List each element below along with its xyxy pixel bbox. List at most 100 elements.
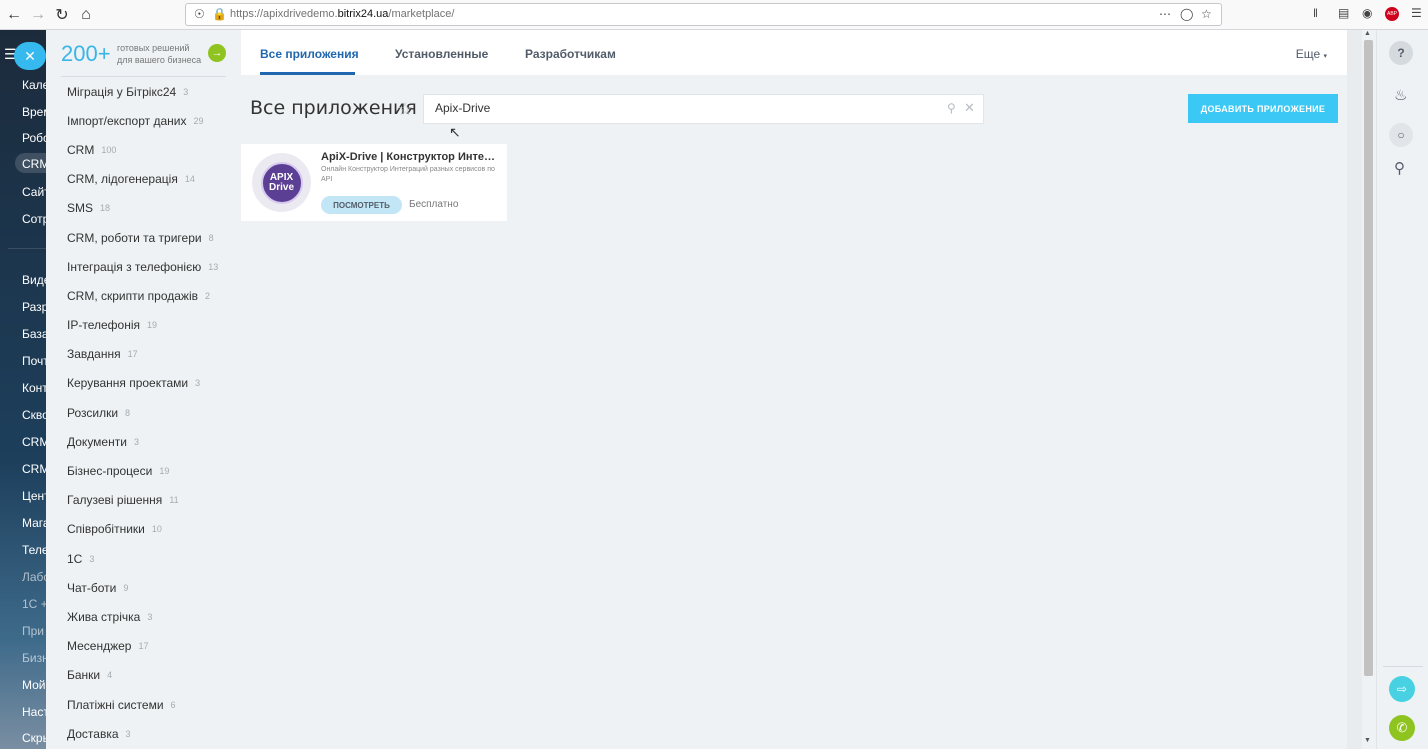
category-name: IP-телефонія [67,318,140,333]
category-item[interactable]: Завдання 17 [67,340,237,369]
category-name: CRM, роботи та тригери [67,230,202,245]
left-menu-item[interactable]: Наст [22,705,46,719]
help-icon[interactable]: ? [1389,41,1413,65]
category-item[interactable]: Чат-боти 9 [67,573,237,602]
tab-installed[interactable]: Установленные [395,47,488,61]
left-menu-item[interactable]: CRM [22,462,46,476]
phone-icon[interactable]: ✆ [1389,715,1415,741]
category-item[interactable]: Платіжні системи 6 [67,690,237,719]
left-menu-item[interactable]: Мага [22,516,46,530]
chat-icon[interactable]: ○ [1389,123,1413,147]
category-item[interactable]: Доставка 3 [67,719,237,748]
scroll-up-icon[interactable]: ▲ [1364,30,1371,37]
category-item[interactable]: Галузеві рішення 11 [67,486,237,515]
address-bar[interactable]: ☉ 🔒 https://apixdrivedemo.bitrix24.ua/ma… [185,3,1222,26]
left-menu-item[interactable]: Теле [22,543,46,557]
search-icon[interactable]: ⚲ [947,101,956,115]
sidebar-icon[interactable]: ▤ [1338,6,1349,20]
category-item[interactable]: Документи 3 [67,427,237,456]
left-menu-item[interactable]: Почт [22,354,46,368]
back-icon[interactable]: ← [2,3,26,27]
category-item[interactable]: SMS 18 [67,194,237,223]
account-icon[interactable]: ◉ [1362,6,1372,20]
left-menu-item[interactable]: Разр [22,300,46,314]
bookmark-star-icon[interactable]: ☆ [1201,7,1212,21]
search-input[interactable] [435,101,935,115]
search-icon[interactable]: ⚲ [1394,159,1405,177]
app-name[interactable]: ApiX-Drive | Конструктор Интеграций [321,151,499,163]
favorite-star-icon[interactable]: ☆ [397,99,413,120]
left-menu-item[interactable]: CRM [22,435,46,449]
left-menu-item[interactable]: 1С + [22,597,46,611]
category-item[interactable]: CRM, лідогенерація 14 [67,165,237,194]
library-icon[interactable]: ‖ [1313,6,1318,20]
adblock-icon[interactable]: ABP [1385,7,1399,21]
scroll-thumb[interactable] [1364,40,1373,676]
url-text[interactable]: https://apixdrivedemo.bitrix24.ua/market… [230,8,454,20]
search-box[interactable]: ⚲ ✕ [423,94,984,124]
reload-icon[interactable]: ↻ [50,3,74,27]
active-tab-underline [260,72,355,75]
left-menu-item[interactable]: Робо [22,131,46,145]
category-item[interactable]: Керування проектами 3 [67,369,237,398]
left-menu-item[interactable]: Мой [22,678,46,692]
category-item[interactable]: Розсилки 8 [67,398,237,427]
forward-icon[interactable]: → [26,3,50,27]
category-item[interactable]: CRM, роботи та тригери 8 [67,223,237,252]
category-item[interactable]: Імпорт/експорт даних 29 [67,106,237,135]
category-item[interactable]: Міграція у Бітрікс24 3 [67,77,237,106]
page-title: Все приложения [250,97,417,119]
left-menu-item[interactable]: CRM [22,157,46,171]
left-menu-item[interactable]: Сотр [22,212,46,226]
arrow-right-icon[interactable]: → [208,44,226,62]
shield-icon[interactable]: ☉ [194,7,205,21]
category-item[interactable]: 1С 3 [67,544,237,573]
category-item[interactable]: IP-телефонія 19 [67,311,237,340]
category-item[interactable]: Бізнес-процеси 19 [67,456,237,485]
category-item[interactable]: Месенджер 17 [67,632,237,661]
left-menu-item[interactable]: Скво [22,408,46,422]
category-count: 3 [89,553,95,564]
category-item[interactable]: CRM 100 [67,135,237,164]
more-dots-icon[interactable]: ⋯ [1159,7,1172,21]
category-count: 3 [133,436,139,447]
category-item[interactable]: Співробітники 10 [67,515,237,544]
pocket-icon[interactable]: ◯ [1180,7,1193,21]
promo-banner[interactable]: 200+ готовых решений для вашего бизнеса … [61,40,231,78]
home-icon[interactable]: ⌂ [74,3,98,27]
clear-icon[interactable]: ✕ [964,100,975,116]
app-logo: APIX Drive [252,153,311,212]
left-menu-item[interactable]: Сайт [22,185,46,199]
category-count: 8 [208,232,214,243]
category-item[interactable]: CRM, скрипти продажів 2 [67,281,237,310]
bell-icon[interactable]: ♨ [1394,86,1407,104]
category-item[interactable]: Банки 4 [67,661,237,690]
left-menu-item[interactable]: Цент [22,489,46,503]
transfer-icon[interactable]: ⇨ [1389,676,1415,702]
left-menu-item[interactable]: Лабо [22,570,46,584]
category-item[interactable]: Інтеграція з телефонією 13 [67,252,237,281]
left-menu-item[interactable]: Скры [22,731,46,745]
add-app-button[interactable]: ДОБАВИТЬ ПРИЛОЖЕНИЕ [1188,94,1338,123]
close-icon[interactable]: ✕ [14,42,46,70]
left-menu-item[interactable]: Виде [22,273,46,287]
left-menu-item[interactable]: Конт [22,381,46,395]
view-button[interactable]: ПОСМОТРЕТЬ [321,196,402,214]
left-menu-item[interactable]: Врем [22,105,46,119]
app-card[interactable]: APIX Drive ApiX-Drive | Конструктор Инте… [241,144,507,221]
category-name: Жива стрічка [67,609,141,624]
logo-line-1: APIX [269,171,294,183]
left-menu-item[interactable]: При [22,624,44,638]
left-menu-item[interactable]: Бизн [22,651,46,665]
left-menu-item[interactable]: База [22,327,46,341]
menu-icon[interactable]: ☰ [1411,6,1422,20]
tab-developers[interactable]: Разработчикам [525,47,616,61]
tab-all-apps[interactable]: Все приложения [260,47,359,61]
more-dropdown[interactable]: Еще ▾ [1296,47,1327,61]
scroll-down-icon[interactable]: ▼ [1364,737,1371,744]
promo-text: готовых решений для вашего бизнеса [117,42,217,66]
left-menu-item[interactable]: Кале [22,78,46,92]
lock-icon[interactable]: 🔒 [212,7,227,21]
category-item[interactable]: Жива стрічка 3 [67,602,237,631]
page-scrollbar[interactable]: ▲ ▼ [1362,30,1376,749]
